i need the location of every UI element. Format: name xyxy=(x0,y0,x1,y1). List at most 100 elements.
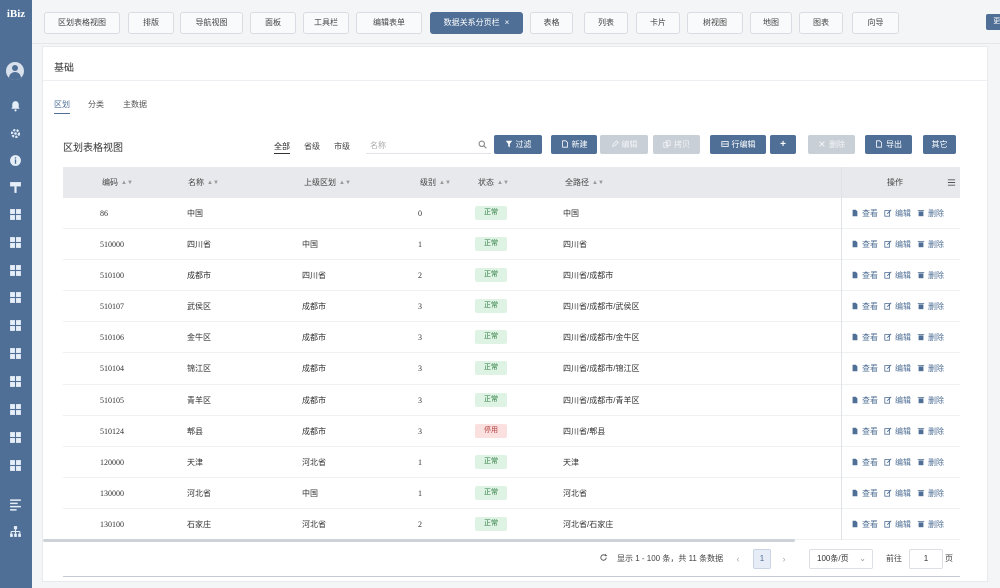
new-button[interactable]: 新建 xyxy=(551,135,597,154)
gear-icon[interactable] xyxy=(9,127,22,140)
nav-tab[interactable]: 导航视图 xyxy=(180,12,243,34)
grid-icon[interactable] xyxy=(9,236,22,249)
nav-tab[interactable]: 树视图 xyxy=(687,12,743,34)
nav-tab[interactable]: 向导 xyxy=(852,12,899,34)
row-view-link[interactable]: 查看 xyxy=(851,353,878,384)
quick-filter-all[interactable]: 全部 xyxy=(274,141,290,152)
row-delete-link[interactable]: 删除 xyxy=(917,260,944,291)
row-delete-link[interactable]: 删除 xyxy=(917,416,944,447)
edit-button[interactable]: 编辑 xyxy=(600,135,648,154)
nav-tab[interactable]: 排版 xyxy=(128,12,174,34)
nav-tab[interactable]: 列表 xyxy=(584,12,628,34)
row-edit-link[interactable]: 编辑 xyxy=(884,385,911,416)
row-delete-link[interactable]: 删除 xyxy=(917,291,944,322)
table-row[interactable]: 510124 郫县 成都市 3 停用 四川省/郫县 查看 编辑 删除 xyxy=(63,415,960,447)
sort-icon[interactable]: ▲▼ xyxy=(439,168,451,199)
row-delete-link[interactable]: 删除 xyxy=(917,322,944,353)
nav-tab[interactable]: 地图 xyxy=(750,12,792,34)
row-edit-link[interactable]: 编辑 xyxy=(884,509,911,540)
row-edit-link[interactable]: 编辑 xyxy=(884,322,911,353)
table-row[interactable]: 510100 成都市 四川省 2 正常 四川省/成都市 查看 编辑 删除 xyxy=(63,260,960,292)
row-view-link[interactable]: 查看 xyxy=(851,322,878,353)
row-edit-button[interactable]: 行编辑 xyxy=(710,135,766,154)
column-header-name[interactable]: 名称 ▲▼ xyxy=(188,167,219,198)
grid-icon[interactable] xyxy=(9,347,22,360)
quick-filter-city[interactable]: 市级 xyxy=(334,141,350,152)
row-view-link[interactable]: 查看 xyxy=(851,198,878,229)
nav-tab[interactable]: 编辑表单 xyxy=(356,12,422,34)
refresh-icon[interactable] xyxy=(599,553,608,562)
user-avatar-icon[interactable] xyxy=(6,62,24,80)
horizontal-scrollbar[interactable] xyxy=(43,539,795,542)
next-page-button[interactable]: › xyxy=(778,549,790,569)
column-header-parent[interactable]: 上级区划 ▲▼ xyxy=(304,167,351,198)
grid-icon[interactable] xyxy=(9,319,22,332)
column-header-status[interactable]: 状态 ▲▼ xyxy=(478,167,509,198)
table-row[interactable]: 510105 青羊区 成都市 3 正常 四川省/成都市/青羊区 查看 编辑 删除 xyxy=(63,384,960,416)
subtab-region[interactable]: 区划 xyxy=(54,99,70,110)
more-button[interactable]: 更多 ↓ xyxy=(986,14,1000,30)
row-edit-link[interactable]: 编辑 xyxy=(884,353,911,384)
bell-icon[interactable] xyxy=(9,99,22,112)
sort-icon[interactable]: ▲▼ xyxy=(592,168,604,199)
nav-tab[interactable]: 面板 xyxy=(250,12,296,34)
grid-icon[interactable] xyxy=(9,208,22,221)
grid-icon[interactable] xyxy=(9,459,22,472)
nav-tab[interactable]: 工具栏 xyxy=(303,12,349,34)
table-row[interactable]: 120000 天津 河北省 1 正常 天津 查看 编辑 删除 xyxy=(63,446,960,478)
table-row[interactable]: 130000 河北省 中国 1 正常 河北省 查看 编辑 删除 xyxy=(63,477,960,509)
copy-button[interactable]: 拷贝 xyxy=(653,135,700,154)
column-header-path[interactable]: 全路径 ▲▼ xyxy=(565,167,604,198)
row-view-link[interactable]: 查看 xyxy=(851,447,878,478)
delete-button[interactable]: 删除 xyxy=(808,135,855,154)
row-view-link[interactable]: 查看 xyxy=(851,509,878,540)
nav-tab[interactable]: 表格 xyxy=(530,12,573,34)
table-row[interactable]: 510104 锦江区 成都市 3 正常 四川省/成都市/锦江区 查看 编辑 删除 xyxy=(63,353,960,385)
align-icon[interactable] xyxy=(9,498,22,511)
table-row[interactable]: 510000 四川省 中国 1 正常 四川省 查看 编辑 删除 xyxy=(63,229,960,261)
row-delete-link[interactable]: 删除 xyxy=(917,198,944,229)
row-view-link[interactable]: 查看 xyxy=(851,229,878,260)
column-header-code[interactable]: 编码 ▲▼ xyxy=(102,167,133,198)
row-delete-link[interactable]: 删除 xyxy=(917,229,944,260)
row-delete-link[interactable]: 删除 xyxy=(917,478,944,509)
add-row-button[interactable]: + xyxy=(770,135,796,154)
subtab-master-data[interactable]: 主数据 xyxy=(123,99,147,110)
row-delete-link[interactable]: 删除 xyxy=(917,385,944,416)
table-row[interactable]: 86 中国 0 正常 中国 查看 编辑 删除 xyxy=(63,198,960,230)
row-view-link[interactable]: 查看 xyxy=(851,260,878,291)
search-input[interactable] xyxy=(370,138,470,152)
goto-page-input[interactable]: 1 xyxy=(909,549,943,569)
sitemap-icon[interactable] xyxy=(9,525,22,538)
subtab-category[interactable]: 分类 xyxy=(88,99,104,110)
brush-icon[interactable] xyxy=(9,181,22,194)
grid-icon[interactable] xyxy=(9,291,22,304)
table-row[interactable]: 510106 金牛区 成都市 3 正常 四川省/成都市/金牛区 查看 编辑 删除 xyxy=(63,322,960,354)
page-number-1[interactable]: 1 xyxy=(753,549,771,569)
nav-tab[interactable]: 图表 xyxy=(799,12,843,34)
column-header-level[interactable]: 级别 ▲▼ xyxy=(420,167,451,198)
sort-icon[interactable]: ▲▼ xyxy=(207,168,219,199)
sort-icon[interactable]: ▲▼ xyxy=(497,168,509,199)
row-edit-link[interactable]: 编辑 xyxy=(884,198,911,229)
export-button[interactable]: 导出 xyxy=(865,135,912,154)
row-view-link[interactable]: 查看 xyxy=(851,385,878,416)
quick-filter-province[interactable]: 省级 xyxy=(304,141,320,152)
nav-tab[interactable]: 数据关系分页栏 × xyxy=(430,12,523,34)
prev-page-button[interactable]: ‹ xyxy=(732,549,744,569)
row-view-link[interactable]: 查看 xyxy=(851,291,878,322)
row-delete-link[interactable]: 删除 xyxy=(917,447,944,478)
app-logo[interactable]: iBiz xyxy=(0,8,32,20)
table-row[interactable]: 130100 石家庄 河北省 2 正常 河北省/石家庄 查看 编辑 删除 xyxy=(63,508,960,541)
row-edit-link[interactable]: 编辑 xyxy=(884,291,911,322)
grid-icon[interactable] xyxy=(9,431,22,444)
row-edit-link[interactable]: 编辑 xyxy=(884,416,911,447)
table-row[interactable]: 510107 武侯区 成都市 3 正常 四川省/成都市/武侯区 查看 编辑 删除 xyxy=(63,291,960,323)
filter-button[interactable]: 过滤 xyxy=(494,135,542,154)
sort-icon[interactable]: ▲▼ xyxy=(121,168,133,199)
grid-icon[interactable] xyxy=(9,403,22,416)
close-tab-icon[interactable]: × xyxy=(505,18,510,27)
sort-icon[interactable]: ▲▼ xyxy=(339,168,351,199)
row-edit-link[interactable]: 编辑 xyxy=(884,260,911,291)
nav-tab[interactable]: 卡片 xyxy=(636,12,680,34)
